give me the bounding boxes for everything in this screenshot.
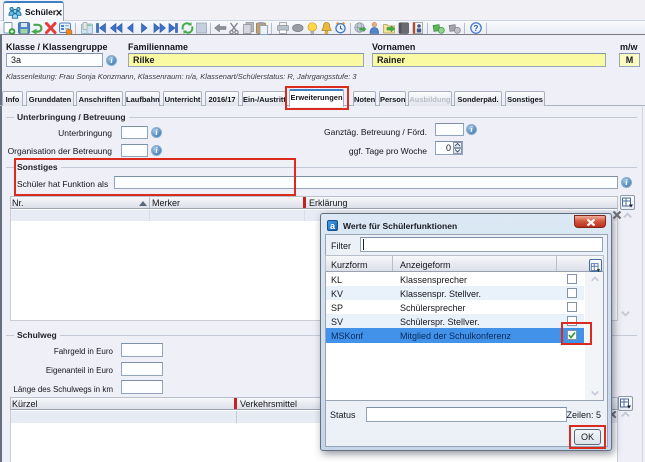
svg-text:?: ? [474, 24, 479, 33]
